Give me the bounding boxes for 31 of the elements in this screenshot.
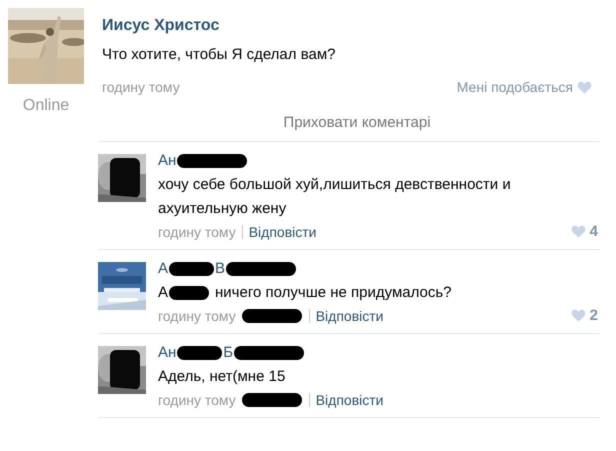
like-count: 4 [590,222,598,240]
like-count: 2 [590,306,598,324]
redaction-mark [177,154,248,168]
heart-icon[interactable] [577,80,592,94]
heart-icon[interactable] [570,225,586,238]
redaction-mark [169,286,210,300]
comment-text: ничего получше не придумалось? [215,284,452,300]
comment-time: годину тому [158,306,236,324]
author-name[interactable]: Иисус Христос [102,14,220,38]
online-status: Online [22,96,70,116]
comment-text: А [158,284,168,300]
redaction-mark [177,346,222,360]
reply-link[interactable]: Відповісти [316,306,384,324]
commenter-name[interactable]: Ан [158,152,176,170]
reply-link[interactable]: Відповісти [316,390,384,408]
commenter-name[interactable]: Ан [158,344,176,362]
redaction-mark [169,262,214,276]
hide-comments-link[interactable]: Приховати коментарі [283,112,431,134]
redaction-mark [226,262,296,276]
commenter-name[interactable]: Б [223,344,234,362]
heart-icon[interactable] [570,309,586,322]
reply-link[interactable]: Відповісти [248,222,316,240]
comment-time: годину тому [158,390,236,408]
post-time: годину тому [102,78,180,97]
commenter-name[interactable]: А [158,260,168,278]
post-text: Что хотите, чтобы Я сделал вам? [102,45,336,65]
comment-time: годину тому [158,222,236,240]
redaction-mark [234,346,304,360]
comment-text: Адель, нет(мне 15 [158,368,286,384]
commenter-name[interactable]: В [215,260,226,278]
comment-text: хочу себе большой хуй,лишиться девственности и ахуительную жену [158,176,511,216]
